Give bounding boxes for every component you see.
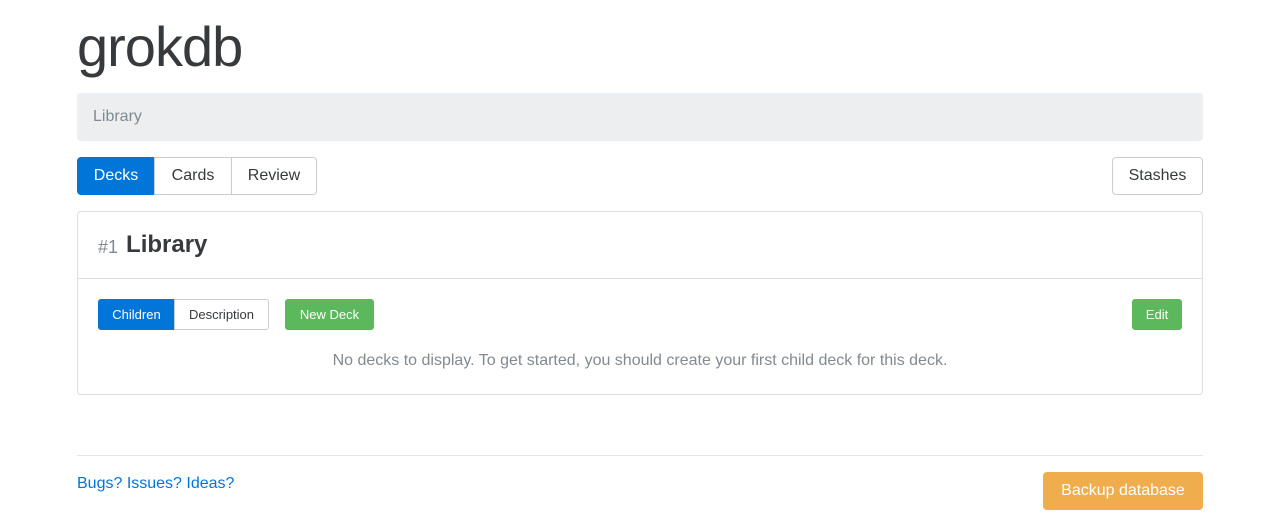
deck-card: #1 Library Children Description New Deck… [77, 211, 1203, 395]
edit-button[interactable]: Edit [1132, 299, 1182, 330]
deck-title: Library [126, 231, 208, 258]
main-tabs: Decks Cards Review [77, 157, 317, 195]
breadcrumb-item-library[interactable]: Library [93, 108, 142, 126]
stashes-button[interactable]: Stashes [1112, 157, 1203, 195]
tab-decks[interactable]: Decks [77, 157, 155, 195]
empty-state-message: No decks to display. To get started, you… [332, 352, 948, 369]
subtab-children[interactable]: Children [98, 299, 175, 330]
footer-divider [77, 455, 1203, 456]
app-title: grokdb [77, 15, 243, 78]
new-deck-button[interactable]: New Deck [285, 299, 374, 330]
deck-subtabs: Children Description [98, 299, 269, 330]
feedback-link[interactable]: Bugs? Issues? Ideas? [77, 475, 234, 493]
deck-number: #1 [98, 236, 119, 257]
tab-cards[interactable]: Cards [154, 157, 232, 195]
breadcrumb: Library [77, 93, 1203, 141]
backup-database-button[interactable]: Backup database [1043, 472, 1203, 510]
deck-card-header: #1 Library [78, 212, 1202, 279]
tab-review[interactable]: Review [231, 157, 317, 195]
subtab-description[interactable]: Description [174, 299, 269, 330]
